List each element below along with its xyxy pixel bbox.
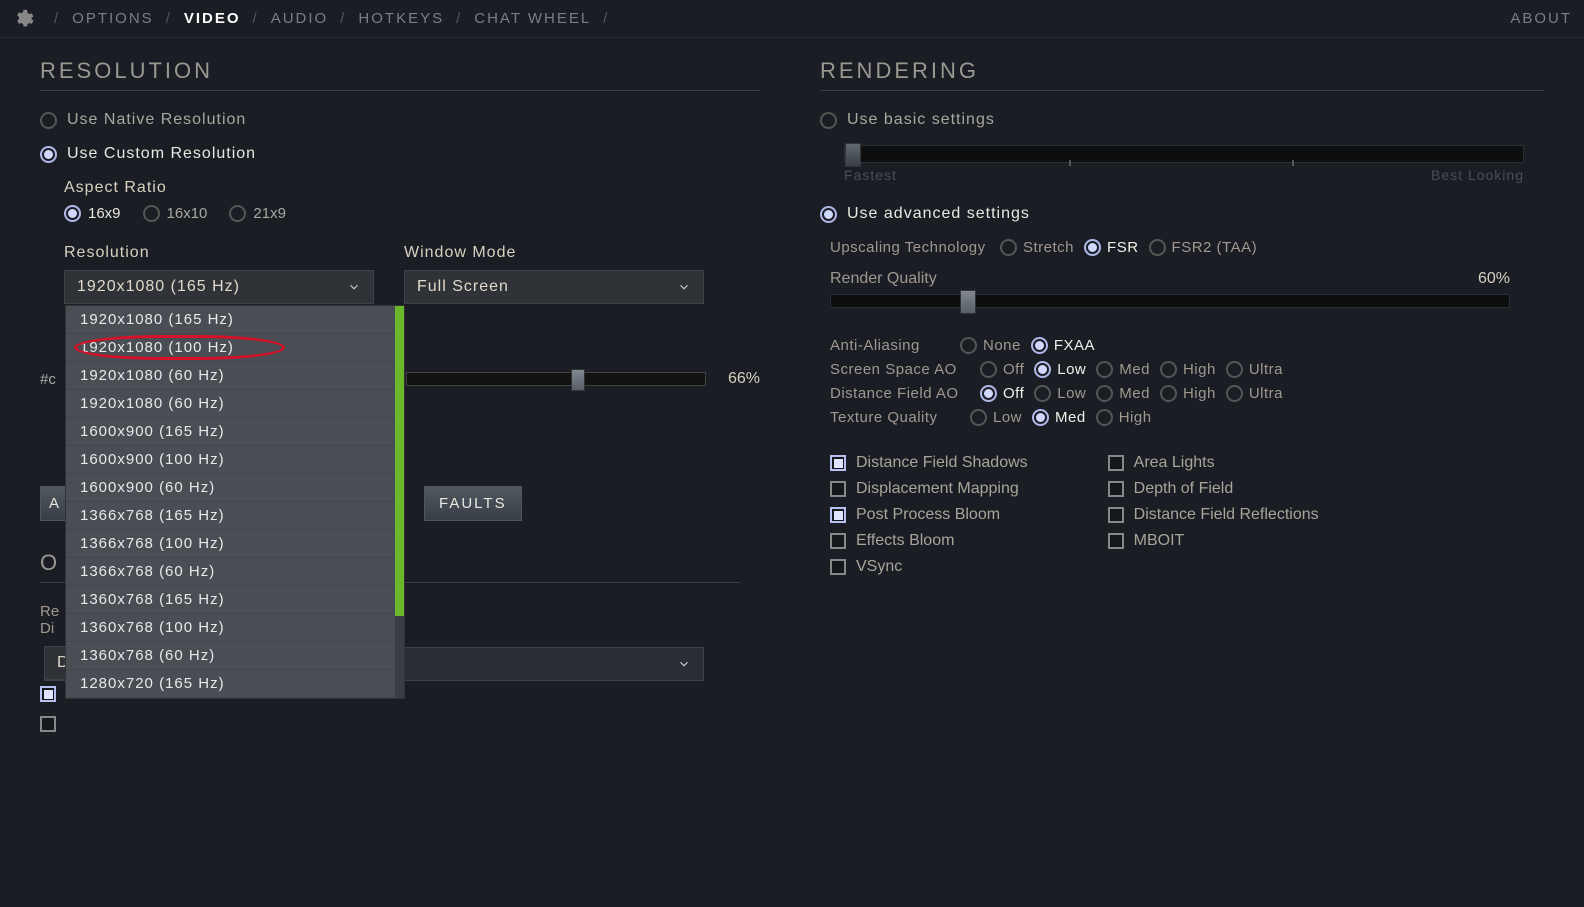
ssao-high[interactable] — [1160, 361, 1177, 378]
radio-native-resolution[interactable] — [40, 112, 57, 129]
basic-quality-slider[interactable] — [844, 145, 1524, 163]
reset-defaults-button[interactable]: FAULTS — [424, 486, 522, 521]
window-mode-selected: Full Screen — [417, 278, 509, 296]
render-quality-slider[interactable] — [830, 294, 1510, 308]
check-mboit[interactable] — [1108, 533, 1124, 549]
chevron-down-icon — [347, 280, 361, 294]
tab-hotkeys[interactable]: HOTKEYS — [358, 10, 444, 27]
window-mode-dropdown[interactable]: Full Screen — [404, 270, 704, 304]
dfao-off[interactable] — [980, 385, 997, 402]
resolution-option[interactable]: 1366x768 (60 Hz) — [66, 558, 395, 586]
upscale-fsr2[interactable] — [1149, 239, 1166, 256]
resolution-dropdown[interactable]: 1920x1080 (165 Hz) 1920x1080 (165 Hz) 19… — [64, 270, 374, 304]
check-area-lights[interactable] — [1108, 455, 1124, 471]
upscale-stretch[interactable] — [1000, 239, 1017, 256]
ssao-off[interactable] — [980, 361, 997, 378]
tex-med[interactable] — [1032, 409, 1049, 426]
check-depth-of-field[interactable] — [1108, 481, 1124, 497]
resolution-option[interactable]: 1600x900 (60 Hz) — [66, 474, 395, 502]
resolution-title: RESOLUTION — [40, 58, 760, 91]
dfao-med[interactable] — [1096, 385, 1113, 402]
aspect-ratio-label: Aspect Ratio — [64, 179, 760, 197]
dfao-high[interactable] — [1160, 385, 1177, 402]
chevron-down-icon — [677, 657, 691, 671]
aspect-21x9[interactable] — [229, 205, 246, 222]
resolution-option[interactable]: 1920x1080 (165 Hz) — [66, 306, 395, 334]
resolution-selected: 1920x1080 (165 Hz) — [77, 278, 240, 296]
aspect-16x9[interactable] — [64, 205, 81, 222]
aa-none[interactable] — [960, 337, 977, 354]
dropdown-scrollbar[interactable] — [395, 306, 404, 698]
ssao-low[interactable] — [1034, 361, 1051, 378]
resolution-option[interactable]: 1920x1080 (60 Hz) — [66, 362, 395, 390]
resolution-option[interactable]: 1366x768 (165 Hz) — [66, 502, 395, 530]
texture-label: Texture Quality — [830, 409, 960, 426]
check-effects-bloom[interactable] — [830, 533, 846, 549]
resolution-option[interactable]: 1600x900 (100 Hz) — [66, 446, 395, 474]
aa-fxaa[interactable] — [1031, 337, 1048, 354]
window-mode-label: Window Mode — [404, 244, 704, 262]
ssao-ultra[interactable] — [1226, 361, 1243, 378]
check-displacement-mapping[interactable] — [830, 481, 846, 497]
resolution-option[interactable]: 1360x768 (165 Hz) — [66, 586, 395, 614]
tab-options[interactable]: OPTIONS — [72, 10, 154, 27]
check-vsync[interactable] — [830, 559, 846, 575]
render-quality-label: Render Quality — [830, 270, 937, 288]
slider-min-label: Fastest — [844, 167, 897, 183]
resolution-option[interactable]: 1600x900 (165 Hz) — [66, 418, 395, 446]
resolution-option[interactable]: 1280x720 (165 Hz) — [66, 670, 395, 698]
check-post-process-bloom[interactable] — [830, 507, 846, 523]
label-basic-settings: Use basic settings — [847, 111, 995, 129]
tab-about[interactable]: ABOUT — [1510, 10, 1572, 27]
dfao-low[interactable] — [1034, 385, 1051, 402]
tab-chatwheel[interactable]: CHAT WHEEL — [474, 10, 591, 27]
radio-basic-settings[interactable] — [820, 112, 837, 129]
ssao-med[interactable] — [1096, 361, 1113, 378]
label-custom-resolution: Use Custom Resolution — [67, 145, 256, 163]
resolution-dropdown-list: 1920x1080 (165 Hz) 1920x1080 (100 Hz) 19… — [65, 305, 405, 699]
obscured-checkbox[interactable] — [40, 686, 56, 702]
resolution-option[interactable]: 1360x768 (60 Hz) — [66, 642, 395, 670]
upscale-fsr[interactable] — [1084, 239, 1101, 256]
tab-audio[interactable]: AUDIO — [271, 10, 329, 27]
radio-advanced-settings[interactable] — [820, 206, 837, 223]
brightness-slider[interactable] — [406, 372, 706, 386]
check-distance-field-reflections[interactable] — [1108, 507, 1124, 523]
ssao-label: Screen Space AO — [830, 361, 970, 378]
resolution-option[interactable]: 1366x768 (100 Hz) — [66, 530, 395, 558]
tex-low[interactable] — [970, 409, 987, 426]
obscured-slider-label: #c — [40, 371, 56, 388]
upscaling-label: Upscaling Technology — [830, 239, 990, 256]
aa-label: Anti-Aliasing — [830, 337, 950, 354]
obscured-checkbox[interactable] — [40, 716, 56, 732]
label-native-resolution: Use Native Resolution — [67, 111, 246, 129]
render-quality-value: 60% — [1470, 270, 1510, 288]
radio-custom-resolution[interactable] — [40, 146, 57, 163]
tab-video[interactable]: VIDEO — [184, 10, 241, 27]
tex-high[interactable] — [1096, 409, 1113, 426]
resolution-label: Resolution — [64, 244, 374, 262]
check-distance-field-shadows[interactable] — [830, 455, 846, 471]
dfao-ultra[interactable] — [1226, 385, 1243, 402]
slider-max-label: Best Looking — [1431, 167, 1524, 183]
label-advanced-settings: Use advanced settings — [847, 205, 1030, 223]
dfao-label: Distance Field AO — [830, 385, 970, 402]
resolution-option[interactable]: 1920x1080 (60 Hz) — [66, 390, 395, 418]
gear-icon[interactable] — [12, 8, 34, 30]
rendering-title: RENDERING — [820, 58, 1544, 91]
resolution-option[interactable]: 1360x768 (100 Hz) — [66, 614, 395, 642]
resolution-option[interactable]: 1920x1080 (100 Hz) — [66, 334, 395, 362]
brightness-value: 66% — [720, 370, 760, 388]
chevron-down-icon — [677, 280, 691, 294]
aspect-16x10[interactable] — [143, 205, 160, 222]
tab-separator: / — [54, 10, 60, 27]
